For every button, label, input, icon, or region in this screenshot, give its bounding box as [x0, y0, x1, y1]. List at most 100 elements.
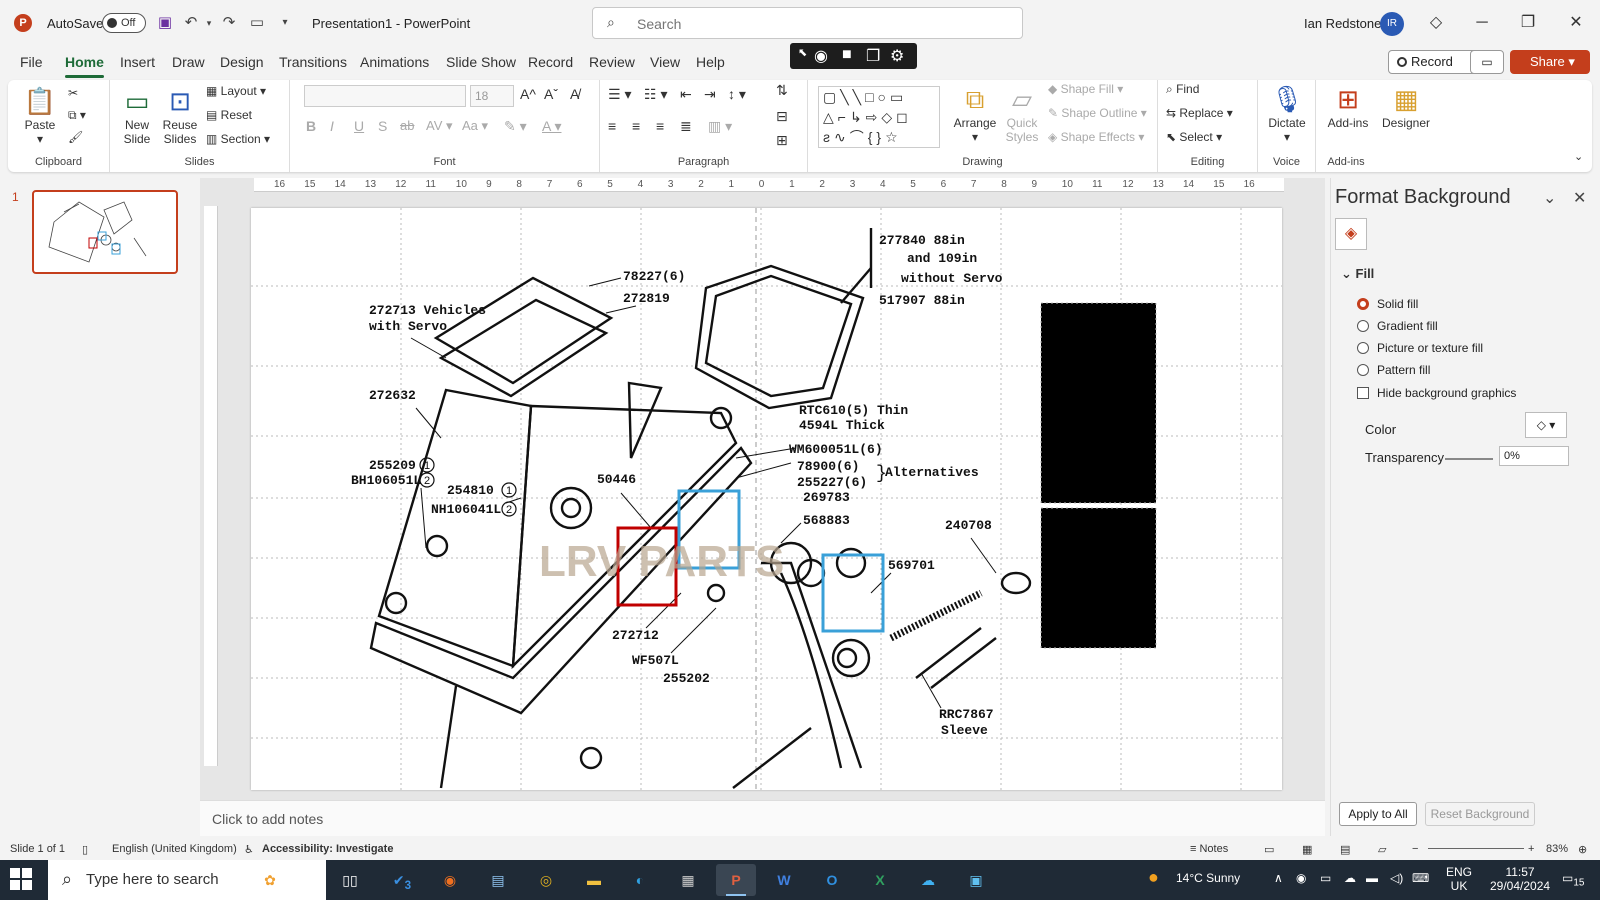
slideshow-view-icon[interactable]: ▱	[1378, 843, 1386, 856]
powerpoint-taskbar-icon[interactable]: P	[716, 864, 756, 896]
shape-effects-button[interactable]: ◈ Shape Effects ▾	[1048, 130, 1144, 144]
notifications-icon[interactable]: ▭15	[1562, 871, 1584, 888]
checkbox[interactable]	[1357, 387, 1369, 399]
customize-qat-icon[interactable]: ▾	[274, 12, 296, 34]
radio-selected[interactable]	[1357, 298, 1369, 310]
firefox-icon[interactable]: ◉	[430, 864, 470, 896]
cloud-tray-icon[interactable]: ☁	[1344, 871, 1356, 885]
notes-area[interactable]: Click to add notes	[200, 800, 1325, 836]
reset-button[interactable]: ▤ Reset	[206, 108, 252, 122]
notepad-icon[interactable]: ▤	[478, 864, 518, 896]
widgets-icon[interactable]: ✿	[250, 864, 290, 896]
decrease-indent-icon[interactable]: ⇤	[680, 86, 692, 103]
redo-icon[interactable]: ↷	[218, 12, 240, 34]
radio[interactable]	[1357, 342, 1369, 354]
notes-button[interactable]: ≡ Notes	[1190, 843, 1228, 855]
outlook-icon[interactable]: O	[812, 864, 852, 896]
tab-review[interactable]: Review	[589, 54, 635, 70]
slide-sorter-icon[interactable]: ▦	[1302, 843, 1312, 856]
pane-close-icon[interactable]: ✕	[1573, 188, 1586, 208]
find-button[interactable]: ⌕ Find	[1166, 82, 1199, 97]
transparency-input[interactable]: 0%	[1499, 446, 1569, 466]
clock[interactable]: 11:57 29/04/2024	[1490, 865, 1550, 893]
camera-icon[interactable]: ◉	[814, 46, 828, 66]
windows-start-icon[interactable]	[10, 868, 34, 892]
numbering-icon[interactable]: ☷ ▾	[644, 86, 667, 103]
align-left-icon[interactable]: ≡	[608, 118, 616, 134]
transparency-slider[interactable]	[1445, 458, 1493, 460]
avatar[interactable]: IR	[1380, 12, 1404, 36]
addins-button[interactable]: ⊞ Add-ins	[1324, 82, 1372, 130]
smartart-icon[interactable]: ⊞	[776, 132, 788, 149]
dictate-button[interactable]: 🎙 Dictate ▾	[1264, 82, 1310, 144]
increase-font-icon[interactable]: A^	[520, 86, 536, 102]
accessibility-status[interactable]: Accessibility: Investigate	[262, 843, 393, 855]
language-status[interactable]: English (United Kingdom)	[112, 843, 237, 855]
section-button[interactable]: ▥ Section ▾	[206, 132, 270, 146]
highlight-icon[interactable]: ✎ ▾	[504, 118, 527, 135]
snipping-tool-icon[interactable]: ▣	[956, 864, 996, 896]
tab-home[interactable]: Home	[65, 54, 104, 78]
replace-button[interactable]: ⇆ Replace ▾	[1166, 106, 1233, 120]
format-painter-icon[interactable]: 🖌	[68, 130, 83, 144]
designer-button[interactable]: ▦ Designer	[1380, 82, 1432, 130]
reading-view-icon[interactable]: ▤	[1340, 843, 1350, 856]
zoom-out-icon[interactable]: −	[1412, 843, 1418, 855]
italic-icon[interactable]: I	[330, 118, 334, 134]
restore-icon[interactable]: ❐	[1512, 10, 1544, 36]
fill-bucket-icon[interactable]: ◈	[1335, 218, 1367, 250]
align-center-icon[interactable]: ≡	[632, 118, 640, 134]
tab-slide-show[interactable]: Slide Show	[446, 54, 516, 70]
bold-icon[interactable]: B	[306, 118, 316, 134]
fill-section-header[interactable]: ⌄ Fill	[1341, 266, 1374, 282]
increase-indent-icon[interactable]: ⇥	[704, 86, 716, 103]
pane-options-icon[interactable]: ⌄	[1543, 188, 1556, 208]
autosave-toggle[interactable]: Off	[102, 13, 146, 33]
slide-canvas[interactable]: LRV PARTS 277840 88in and 109in without …	[251, 208, 1282, 790]
underline-icon[interactable]: U	[354, 118, 364, 134]
shapes-gallery[interactable]: ▢╲╲□○▭ △⌐↳⇨◇◻ ƨ∿⌒{}☆	[818, 86, 940, 148]
paste-button[interactable]: 📋 Paste ▾	[20, 84, 60, 146]
decrease-font-icon[interactable]: Aˇ	[544, 86, 558, 102]
select-button[interactable]: ⬉ Select ▾	[1166, 130, 1222, 144]
todo-app-icon[interactable]: ✔3	[382, 864, 422, 896]
weather-status[interactable]: 14°C Sunny	[1176, 871, 1240, 885]
window-icon[interactable]: ❐	[866, 46, 880, 66]
present-icon[interactable]: ▭	[246, 12, 268, 34]
undo-dropdown-icon[interactable]: ▾	[198, 12, 220, 34]
battery-icon[interactable]: ▬	[1366, 871, 1378, 885]
keyboard-icon[interactable]: ⌨	[1412, 871, 1429, 885]
font-color-icon[interactable]: A ▾	[542, 118, 561, 135]
collapse-ribbon-icon[interactable]: ⌄	[1574, 150, 1583, 163]
save-icon[interactable]: ▣	[154, 12, 176, 34]
search-box[interactable]: ⌕	[592, 7, 1023, 39]
shadow-icon[interactable]: S	[378, 118, 387, 134]
zoom-in-icon[interactable]: +	[1528, 843, 1534, 855]
tab-draw[interactable]: Draw	[172, 54, 205, 70]
comments-icon[interactable]: ▭	[1470, 50, 1504, 74]
change-case-icon[interactable]: Aa ▾	[462, 118, 488, 134]
shape-outline-button[interactable]: ✎ Shape Outline ▾	[1048, 106, 1147, 120]
video-icon[interactable]: ■	[842, 46, 852, 64]
zoom-level[interactable]: 83%	[1546, 843, 1568, 855]
char-spacing-icon[interactable]: AV ▾	[426, 118, 453, 134]
meet-icon[interactable]: ▭	[1320, 871, 1331, 885]
apply-to-all-button[interactable]: Apply to All	[1339, 802, 1417, 826]
share-button[interactable]: Share ▾	[1510, 50, 1590, 74]
arrange-button[interactable]: ⧉ Arrange ▾	[952, 82, 998, 144]
fit-slide-icon[interactable]: ⊕	[1578, 843, 1587, 856]
radio[interactable]	[1357, 320, 1369, 332]
bullets-icon[interactable]: ☰ ▾	[608, 86, 631, 103]
line-spacing-icon[interactable]: ↕ ▾	[728, 86, 746, 103]
calculator-icon[interactable]: ▦	[668, 864, 708, 896]
cut-icon[interactable]: ✂	[68, 86, 78, 100]
settings-gear-icon[interactable]: ⚙	[890, 46, 904, 66]
strikethrough-icon[interactable]: ab	[400, 118, 414, 133]
edge-icon[interactable]: ◐	[620, 864, 660, 896]
spellcheck-icon[interactable]: ▯	[82, 843, 88, 856]
onedrive-icon[interactable]: ☁	[908, 864, 948, 896]
columns-icon[interactable]: ▥ ▾	[708, 118, 732, 135]
search-input[interactable]	[637, 14, 997, 34]
chrome-icon[interactable]: ◎	[526, 864, 566, 896]
normal-view-icon[interactable]: ▭	[1264, 843, 1274, 856]
